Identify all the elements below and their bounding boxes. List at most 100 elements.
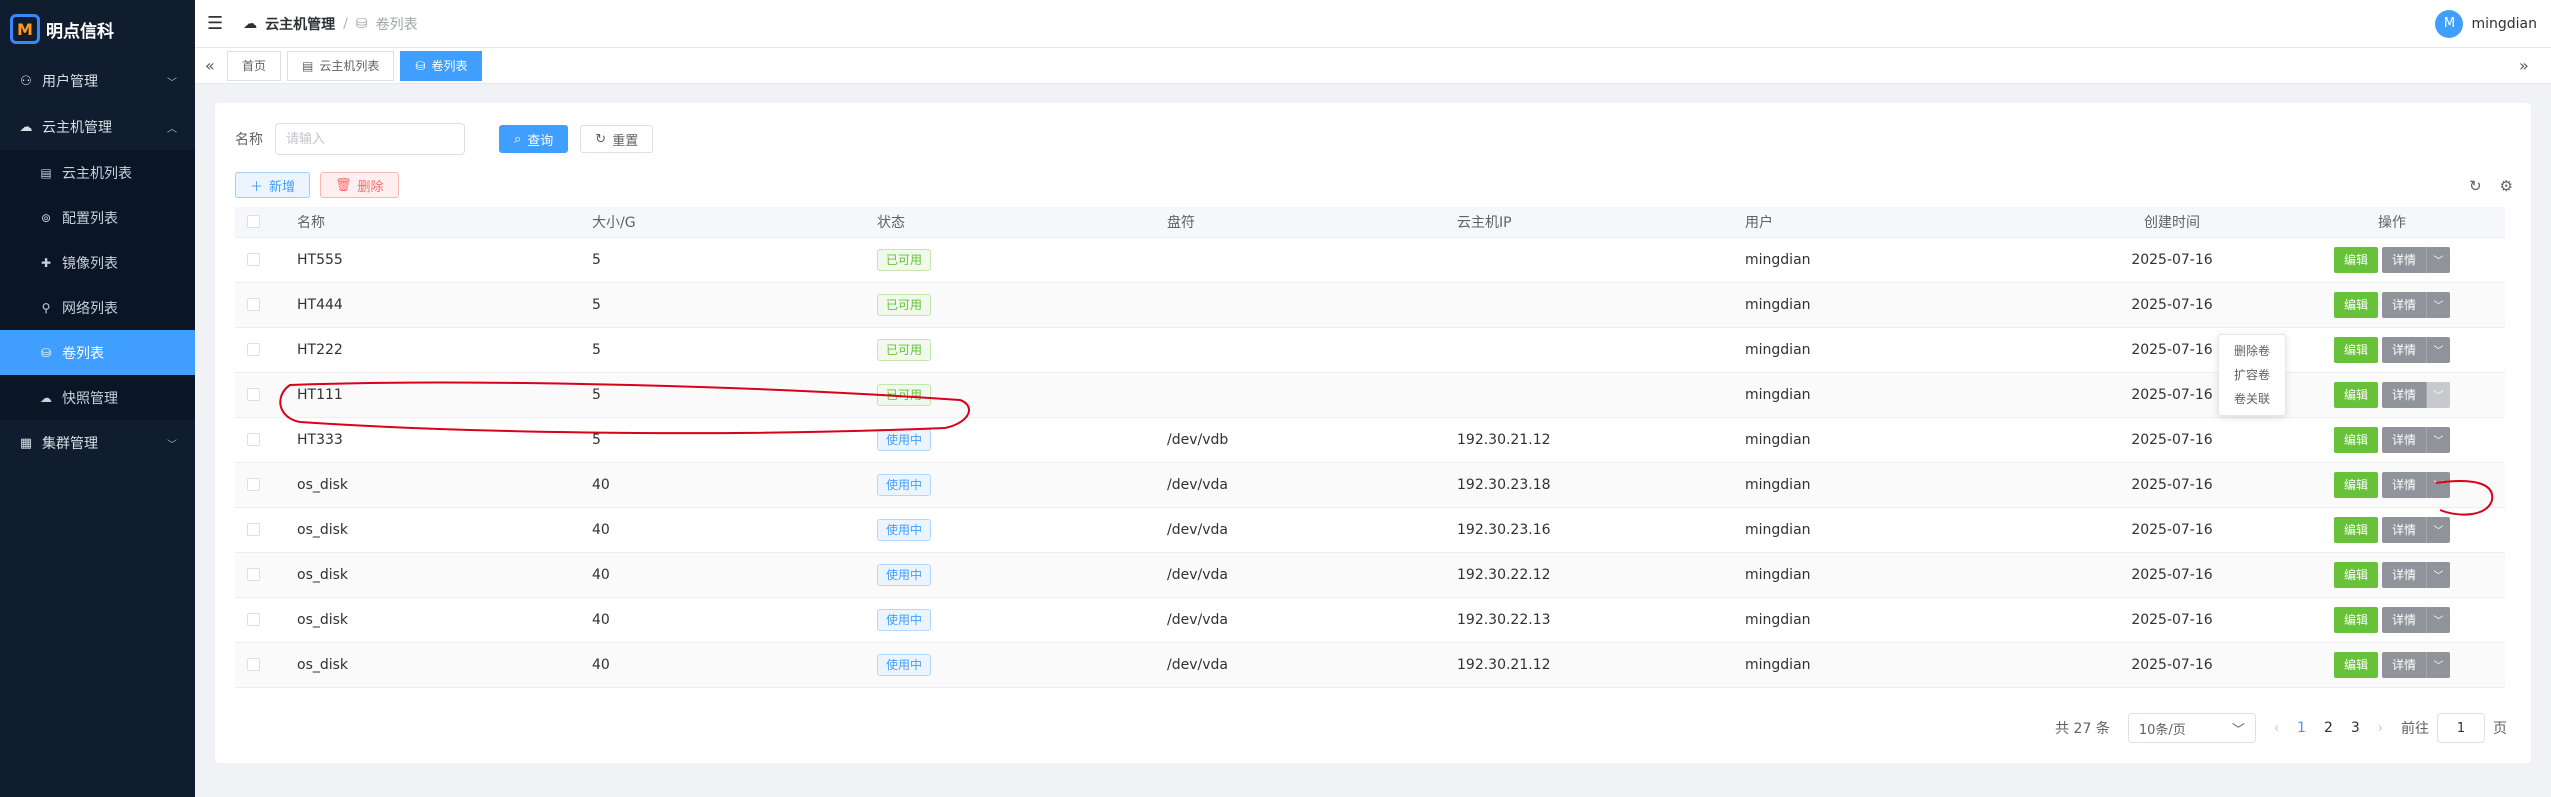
- row-checkbox[interactable]: [247, 388, 260, 401]
- sidebar-item-host-list[interactable]: ▤ 云主机列表: [0, 150, 195, 195]
- table-row: os_disk 40 使用中/dev/vda 192.30.22.12 mingdian…: [235, 552, 2505, 598]
- search-input[interactable]: [275, 123, 465, 155]
- sidebar-item-label: 云主机列表: [62, 165, 132, 182]
- sidebar-item-config-list[interactable]: ⊚ 配置列表: [0, 195, 195, 240]
- add-button[interactable]: ＋ 新增: [235, 172, 311, 198]
- row-checkbox[interactable]: [247, 658, 260, 671]
- row-checkbox[interactable]: [247, 568, 260, 581]
- edit-button[interactable]: 编辑: [2333, 561, 2378, 588]
- sidebar-item-network-list[interactable]: ⚲ 网络列表: [0, 285, 195, 330]
- goto-page-input[interactable]: [2437, 713, 2485, 743]
- table-header-row: 名称 大小/G 状态 盘符 云主机IP 用户 创建时间 操作: [235, 207, 2505, 238]
- refresh-icon[interactable]: ↻: [2469, 177, 2482, 195]
- edit-button[interactable]: 编辑: [2333, 336, 2378, 363]
- more-actions-chevron-icon[interactable]: ﹀: [2426, 336, 2451, 363]
- page-number[interactable]: 2: [2324, 720, 2333, 736]
- detail-button[interactable]: 详情: [2382, 291, 2427, 318]
- more-actions-chevron-icon[interactable]: ﹀: [2426, 471, 2451, 498]
- user-name[interactable]: mingdian: [2471, 16, 2537, 32]
- cell-user: mingdian: [1745, 282, 2065, 328]
- detail-button[interactable]: 详情: [2382, 651, 2427, 678]
- edit-button[interactable]: 编辑: [2333, 291, 2378, 318]
- table-row: HT444 5 已可用 mingdian 2025-07-16 编辑 详情 ﹀: [235, 282, 2505, 328]
- more-actions-chevron-icon[interactable]: ﹀: [2426, 561, 2451, 588]
- more-actions-chevron-icon[interactable]: ﹀: [2426, 606, 2451, 633]
- menu-toggle-icon[interactable]: ☰: [207, 13, 223, 34]
- row-checkbox[interactable]: [247, 523, 260, 536]
- gear-icon[interactable]: ⚙: [2500, 177, 2513, 195]
- row-actions: 编辑 详情 ﹀: [2333, 336, 2451, 363]
- chevron-down-icon: ﹀: [2231, 722, 2245, 738]
- menu-item-expand-volume[interactable]: 扩容卷: [2219, 363, 2285, 387]
- breadcrumb-item[interactable]: 云主机管理: [265, 14, 335, 34]
- cell-created: 2025-07-16: [2065, 237, 2279, 283]
- delete-button[interactable]: 🗑 删除: [320, 172, 399, 198]
- page-number[interactable]: 1: [2297, 720, 2306, 736]
- cloud-icon: ☁: [243, 15, 258, 32]
- sidebar-item-cloud-hosts[interactable]: ☁ 云主机管理 ︿: [0, 104, 195, 150]
- status-badge: 使用中: [877, 563, 932, 586]
- sidebar-item-clusters[interactable]: ▦ 集群管理 ﹀: [0, 420, 195, 466]
- status-badge: 已可用: [877, 248, 932, 271]
- sidebar-item-volume-list[interactable]: ⛁ 卷列表: [0, 330, 195, 375]
- trash-icon: 🗑: [335, 177, 352, 193]
- more-actions-chevron-icon[interactable]: ﹀: [2426, 516, 2451, 543]
- row-checkbox[interactable]: [247, 298, 260, 311]
- query-button[interactable]: ⌕ 查询: [499, 125, 569, 153]
- detail-button[interactable]: 详情: [2382, 606, 2427, 633]
- row-checkbox[interactable]: [247, 613, 260, 626]
- detail-button[interactable]: 详情: [2382, 426, 2427, 453]
- menu-item-attach-volume[interactable]: 卷关联: [2219, 387, 2285, 411]
- row-checkbox[interactable]: [247, 253, 260, 266]
- detail-button[interactable]: 详情: [2382, 471, 2427, 498]
- column-header: 盘符: [1167, 207, 1457, 238]
- row-checkbox[interactable]: [247, 343, 260, 356]
- tab-home[interactable]: 首页: [227, 50, 282, 81]
- more-actions-chevron-icon[interactable]: ﹀: [2426, 246, 2451, 273]
- tab-volume-list[interactable]: ⛁ 卷列表: [400, 50, 483, 81]
- tab-host-list[interactable]: ▤ 云主机列表: [287, 50, 395, 81]
- detail-button[interactable]: 详情: [2382, 336, 2427, 363]
- more-actions-chevron-icon[interactable]: ﹀: [2426, 381, 2451, 408]
- edit-button[interactable]: 编辑: [2333, 516, 2378, 543]
- menu-item-delete-volume[interactable]: 删除卷: [2219, 339, 2285, 363]
- edit-button[interactable]: 编辑: [2333, 471, 2378, 498]
- reset-button[interactable]: ↻ 重置: [580, 125, 654, 153]
- detail-button[interactable]: 详情: [2382, 246, 2427, 273]
- user-menu[interactable]: M mingdian: [2435, 9, 2537, 38]
- detail-button[interactable]: 详情: [2382, 516, 2427, 543]
- table-row: os_disk 40 使用中/dev/vda 192.30.21.12 mingdian…: [235, 642, 2505, 688]
- avatar[interactable]: M: [2435, 9, 2464, 38]
- detail-button[interactable]: 详情: [2382, 561, 2427, 588]
- next-page-icon[interactable]: ›: [2378, 721, 2383, 736]
- row-checkbox[interactable]: [247, 478, 260, 491]
- cell-user: mingdian: [1745, 552, 2065, 598]
- cell-name: os_disk: [297, 642, 592, 688]
- select-all-checkbox[interactable]: [247, 215, 260, 229]
- tabs-scroll-right-icon[interactable]: »: [2519, 56, 2541, 75]
- page-number[interactable]: 3: [2351, 720, 2360, 736]
- detail-button[interactable]: 详情: [2382, 381, 2427, 408]
- more-actions-chevron-icon[interactable]: ﹀: [2426, 651, 2451, 678]
- edit-button[interactable]: 编辑: [2333, 381, 2378, 408]
- more-actions-chevron-icon[interactable]: ﹀: [2426, 291, 2451, 318]
- chevron-up-icon: ︿: [167, 123, 177, 135]
- edit-button[interactable]: 编辑: [2333, 651, 2378, 678]
- page-size-select[interactable]: 10条/页 ﹀: [2127, 713, 2256, 743]
- cell-created: 2025-07-16: [2065, 552, 2279, 598]
- tabs-scroll-left-icon[interactable]: «: [205, 56, 227, 75]
- sidebar-item-users[interactable]: ⚇ 用户管理 ﹀: [0, 58, 195, 104]
- cell-size: 5: [592, 372, 877, 418]
- cell-user: mingdian: [1745, 462, 2065, 508]
- prev-page-icon[interactable]: ‹: [2274, 721, 2279, 736]
- row-actions: 编辑 详情 ﹀: [2333, 291, 2451, 318]
- sidebar-item-snapshots[interactable]: ☁ 快照管理: [0, 375, 195, 420]
- sidebar-item-label: 集群管理: [42, 436, 98, 452]
- plus-icon: ＋: [250, 179, 264, 195]
- edit-button[interactable]: 编辑: [2333, 246, 2378, 273]
- more-actions-chevron-icon[interactable]: ﹀: [2426, 426, 2451, 453]
- row-checkbox[interactable]: [247, 433, 260, 446]
- edit-button[interactable]: 编辑: [2333, 606, 2378, 633]
- sidebar-item-image-list[interactable]: ✚ 镜像列表: [0, 240, 195, 285]
- edit-button[interactable]: 编辑: [2333, 426, 2378, 453]
